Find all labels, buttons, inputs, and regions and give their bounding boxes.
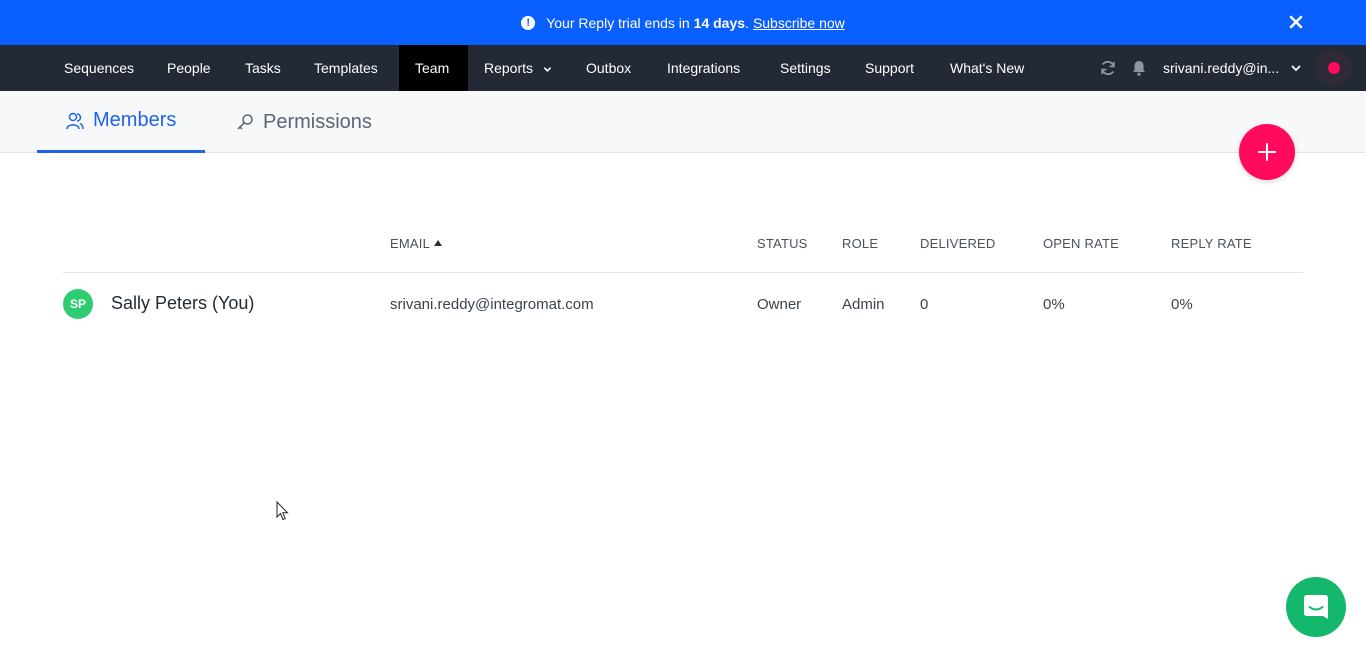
tab-members[interactable]: Members — [37, 91, 205, 153]
member-role: Admin — [842, 296, 885, 313]
member-delivered: 0 — [920, 296, 929, 313]
nav-sequences[interactable]: Sequences — [48, 45, 150, 91]
member-email: srivani.reddy@integromat.com — [390, 296, 594, 313]
nav-support[interactable]: Support — [849, 45, 930, 91]
header-email-label: EMAIL — [390, 236, 431, 251]
header-email[interactable]: EMAIL — [390, 236, 443, 251]
trial-text: Your Reply trial ends in — [546, 14, 690, 31]
tab-members-label: Members — [93, 109, 177, 131]
nav-team[interactable]: Team — [399, 45, 468, 91]
member-open-rate: 0% — [1043, 296, 1065, 313]
tab-permissions-label: Permissions — [263, 110, 372, 133]
nav-templates[interactable]: Templates — [298, 45, 394, 91]
member-reply-rate: 0% — [1171, 296, 1193, 313]
header-open-rate: OPEN RATE — [1043, 236, 1119, 251]
chevron-down-icon — [543, 66, 552, 72]
team-tabs: Members Permissions — [0, 91, 1366, 153]
nav-tasks[interactable]: Tasks — [229, 45, 297, 91]
mouse-cursor-icon — [276, 501, 289, 521]
top-nav: Sequences People Tasks Templates Team Re… — [0, 45, 1366, 91]
users-icon — [66, 112, 84, 129]
header-delivered: DELIVERED — [920, 236, 996, 251]
sort-asc-icon — [434, 240, 443, 247]
trial-days: 14 days — [693, 14, 746, 31]
chevron-down-icon[interactable] — [1290, 62, 1302, 74]
nav-people[interactable]: People — [151, 45, 227, 91]
status-dot — [1328, 62, 1340, 74]
add-member-button[interactable] — [1239, 124, 1295, 180]
refresh-icon[interactable] — [1098, 58, 1118, 78]
nav-integrations[interactable]: Integrations — [651, 45, 756, 91]
header-reply-rate: REPLY RATE — [1171, 236, 1252, 251]
member-status: Owner — [757, 296, 802, 313]
nav-reports-label: Reports — [484, 60, 534, 76]
user-menu[interactable]: srivani.reddy@in... — [1163, 45, 1279, 91]
plus-icon — [1258, 143, 1276, 161]
header-status: STATUS — [757, 236, 808, 251]
status-indicator[interactable] — [1316, 50, 1352, 86]
nav-settings[interactable]: Settings — [764, 45, 847, 91]
trial-message: ! Your Reply trial ends in 14 days. Subs… — [0, 0, 1366, 45]
nav-outbox[interactable]: Outbox — [570, 45, 647, 91]
bell-icon[interactable] — [1129, 58, 1149, 78]
nav-whats-new[interactable]: What's New — [934, 45, 1040, 91]
avatar: SP — [63, 289, 93, 319]
key-icon — [237, 114, 253, 130]
trial-period: . — [745, 14, 749, 31]
subscribe-link[interactable]: Subscribe now — [753, 15, 845, 31]
tab-permissions[interactable]: Permissions — [233, 91, 403, 153]
alert-icon: ! — [521, 15, 536, 30]
chat-launcher-button[interactable] — [1286, 577, 1346, 637]
header-role: ROLE — [842, 236, 879, 251]
nav-reports[interactable]: Reports — [468, 45, 568, 91]
chat-icon — [1304, 595, 1328, 619]
member-name[interactable]: Sally Peters (You) — [111, 293, 254, 314]
close-icon[interactable] — [1287, 13, 1305, 31]
trial-banner: ! Your Reply trial ends in 14 days. Subs… — [0, 0, 1366, 45]
